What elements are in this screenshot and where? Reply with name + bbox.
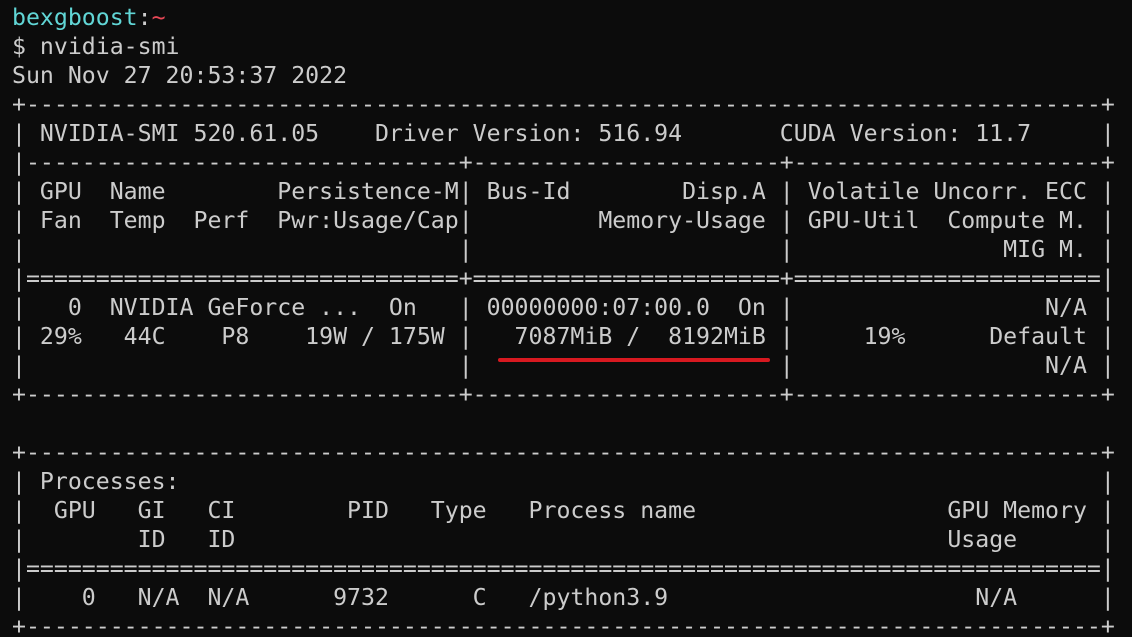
processes-table-title: | Processes: |: [12, 468, 1115, 495]
processes-table-column-header-1: | GPU GI CI PID Type Process name GPU Me…: [12, 497, 1115, 524]
processes-table-border-top: +---------------------------------------…: [12, 439, 1115, 466]
gpu-table-double-divider: |===============================+=======…: [12, 265, 1115, 292]
processes-table-double-divider: |=======================================…: [12, 555, 1115, 582]
processes-table-border-bottom: +---------------------------------------…: [12, 613, 1115, 637]
gpu-table-row-3: | | | N/A |: [12, 352, 1115, 379]
gpu-table-column-header-1: | GPU Name Persistence-M| Bus-Id Disp.A …: [12, 178, 1115, 205]
processes-table-column-header-2: | ID ID Usage |: [12, 526, 1115, 553]
prompt-user: bexgboost: [12, 4, 138, 31]
prompt-separator: :: [137, 4, 152, 31]
gpu-table-row-2: | 29% 44C P8 19W / 175W | 7087MiB / 8192…: [12, 323, 1115, 350]
gpu-table-row-1: | 0 NVIDIA GeForce ... On | 00000000:07:…: [12, 294, 1115, 321]
command-line: $ nvidia-smi: [12, 33, 180, 60]
terminal-window[interactable]: bexgboost:~ $ nvidia-smi Sun Nov 27 20:5…: [0, 0, 1132, 637]
gpu-table-header: | NVIDIA-SMI 520.61.05 Driver Version: 5…: [12, 120, 1115, 147]
gpu-table-divider: |-------------------------------+-------…: [12, 149, 1115, 176]
gpu-table-column-header-3: | | | MIG M. |: [12, 236, 1115, 263]
processes-table-row-1: | 0 N/A N/A 9732 C /python3.9 N/A |: [12, 584, 1115, 611]
gpu-table-column-header-2: | Fan Temp Perf Pwr:Usage/Cap| Memory-Us…: [12, 207, 1115, 234]
gpu-table-border-top: +---------------------------------------…: [12, 91, 1115, 118]
gpu-table-border-bottom: +-------------------------------+-------…: [12, 381, 1115, 408]
prompt-path: ~: [151, 4, 166, 31]
memory-usage-highlight-underline: [498, 358, 770, 362]
timestamp: Sun Nov 27 20:53:37 2022: [12, 62, 348, 89]
shell-prompt: bexgboost:~: [12, 3, 166, 32]
